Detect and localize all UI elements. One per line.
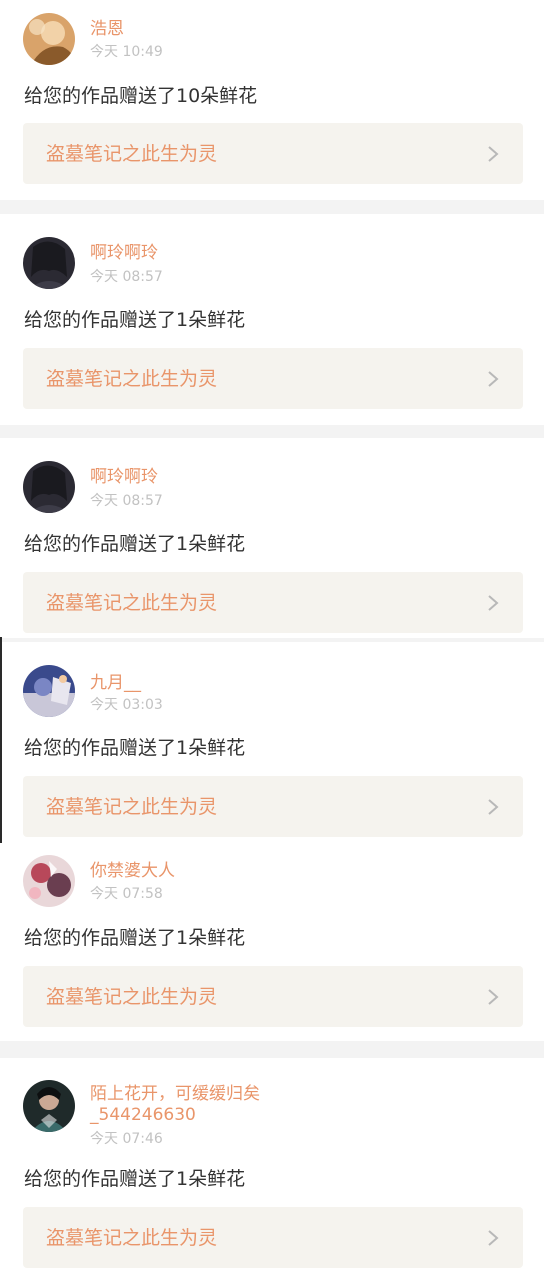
- notification-message: 给您的作品赠送了1朵鲜花: [24, 1168, 246, 1190]
- divider: [0, 425, 544, 438]
- user-avatar[interactable]: [23, 665, 75, 717]
- timestamp: 今天 03:03: [90, 697, 163, 713]
- username[interactable]: 啊玲啊玲: [90, 243, 158, 263]
- chevron-right-icon: [487, 1229, 499, 1247]
- avatar-photo-icon: [23, 1080, 75, 1132]
- notification-message: 给您的作品赠送了10朵鲜花: [24, 85, 258, 107]
- divider: [0, 200, 544, 214]
- chevron-right-icon: [487, 798, 499, 816]
- chevron-right-icon: [487, 988, 499, 1006]
- notification-message: 给您的作品赠送了1朵鲜花: [24, 737, 246, 759]
- notification-message: 给您的作品赠送了1朵鲜花: [24, 309, 246, 331]
- work-title: 盗墓笔记之此生为灵: [46, 796, 218, 818]
- user-avatar[interactable]: [23, 13, 75, 65]
- user-avatar[interactable]: [23, 461, 75, 513]
- avatar-photo-icon: [23, 461, 75, 513]
- avatar-photo-icon: [23, 665, 75, 717]
- notification-message: 给您的作品赠送了1朵鲜花: [24, 533, 246, 555]
- work-title: 盗墓笔记之此生为灵: [46, 368, 218, 390]
- work-title: 盗墓笔记之此生为灵: [46, 986, 218, 1008]
- username[interactable]: 陌上花开，可缓缓归矣: [90, 1084, 260, 1104]
- timestamp: 今天 08:57: [90, 269, 163, 285]
- user-avatar[interactable]: [23, 855, 75, 907]
- notification-card: 你禁婆大人 今天 07:58 给您的作品赠送了1朵鲜花 盗墓笔记之此生为灵: [0, 842, 544, 1041]
- work-link[interactable]: 盗墓笔记之此生为灵: [23, 776, 523, 837]
- avatar-photo-icon: [23, 237, 75, 289]
- work-link[interactable]: 盗墓笔记之此生为灵: [23, 572, 523, 633]
- username[interactable]: 九月__: [90, 673, 141, 693]
- work-link[interactable]: 盗墓笔记之此生为灵: [23, 348, 523, 409]
- work-title: 盗墓笔记之此生为灵: [46, 592, 218, 614]
- divider: [0, 1041, 544, 1058]
- left-edge-line: [0, 637, 2, 843]
- timestamp: 今天 10:49: [90, 44, 163, 60]
- timestamp: 今天 08:57: [90, 493, 163, 509]
- notification-message: 给您的作品赠送了1朵鲜花: [24, 927, 246, 949]
- chevron-right-icon: [487, 370, 499, 388]
- avatar-photo-icon: [23, 855, 75, 907]
- notification-feed: 浩恩 今天 10:49 给您的作品赠送了10朵鲜花 盗墓笔记之此生为灵 啊玲啊玲…: [0, 0, 544, 1280]
- username-continued[interactable]: _544246630: [90, 1105, 196, 1125]
- work-link[interactable]: 盗墓笔记之此生为灵: [23, 966, 523, 1027]
- notification-card: 九月__ 今天 03:03 给您的作品赠送了1朵鲜花 盗墓笔记之此生为灵: [0, 642, 544, 842]
- work-link[interactable]: 盗墓笔记之此生为灵: [23, 123, 523, 184]
- timestamp: 今天 07:46: [90, 1131, 163, 1147]
- user-avatar[interactable]: [23, 237, 75, 289]
- notification-card: 啊玲啊玲 今天 08:57 给您的作品赠送了1朵鲜花 盗墓笔记之此生为灵: [0, 214, 544, 425]
- username[interactable]: 你禁婆大人: [90, 861, 175, 881]
- work-link[interactable]: 盗墓笔记之此生为灵: [23, 1207, 523, 1268]
- notification-card: 陌上花开，可缓缓归矣 _544246630 今天 07:46 给您的作品赠送了1…: [0, 1058, 544, 1280]
- chevron-right-icon: [487, 594, 499, 612]
- user-avatar[interactable]: [23, 1080, 75, 1132]
- notification-card: 浩恩 今天 10:49 给您的作品赠送了10朵鲜花 盗墓笔记之此生为灵: [0, 0, 544, 200]
- username[interactable]: 浩恩: [90, 19, 124, 39]
- work-title: 盗墓笔记之此生为灵: [46, 143, 218, 165]
- chevron-right-icon: [487, 145, 499, 163]
- username[interactable]: 啊玲啊玲: [90, 467, 158, 487]
- timestamp: 今天 07:58: [90, 886, 163, 902]
- work-title: 盗墓笔记之此生为灵: [46, 1227, 218, 1249]
- avatar-photo-icon: [23, 13, 75, 65]
- notification-card: 啊玲啊玲 今天 08:57 给您的作品赠送了1朵鲜花 盗墓笔记之此生为灵: [0, 438, 544, 638]
